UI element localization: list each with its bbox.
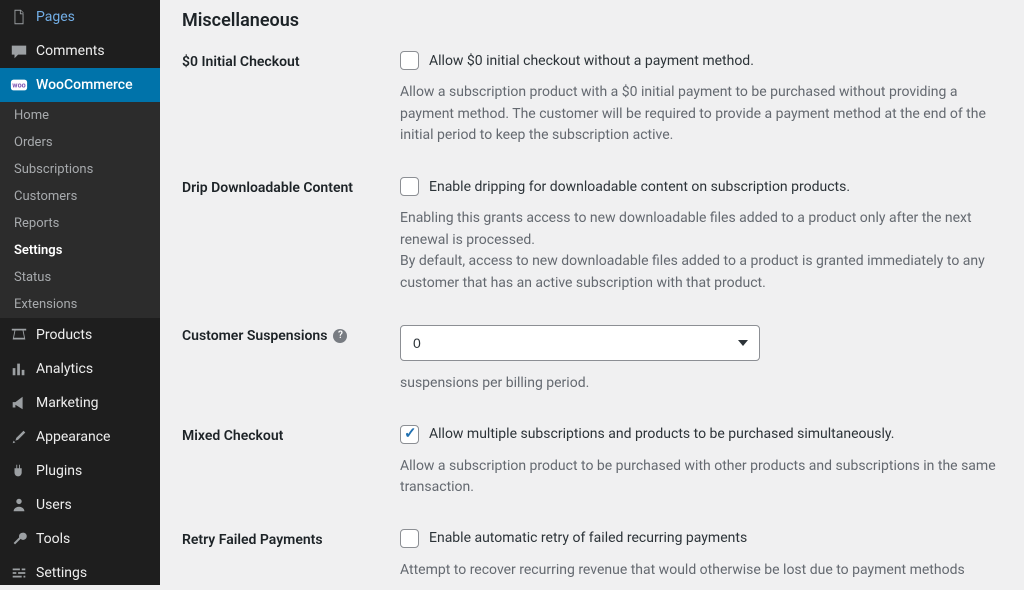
- plug-icon: [10, 462, 28, 480]
- submenu-reports[interactable]: Reports: [0, 210, 160, 237]
- sidebar-item-tools[interactable]: Tools: [0, 522, 160, 556]
- sidebar-item-products[interactable]: Products: [0, 318, 160, 352]
- woocommerce-icon: woo: [10, 76, 28, 94]
- sidebar-item-pages[interactable]: Pages: [0, 0, 160, 34]
- sidebar-item-woocommerce[interactable]: woo WooCommerce: [0, 68, 160, 102]
- sidebar-label: Users: [36, 497, 72, 513]
- sidebar-item-analytics[interactable]: Analytics: [0, 352, 160, 386]
- label-zero-checkout: $0 Initial Checkout: [182, 51, 400, 70]
- sidebar-item-appearance[interactable]: Appearance: [0, 420, 160, 454]
- svg-text:woo: woo: [12, 81, 25, 90]
- submenu-subscriptions[interactable]: Subscriptions: [0, 156, 160, 183]
- sidebar-label: Comments: [36, 43, 105, 59]
- description: Allow a subscription product to be purch…: [400, 456, 1002, 499]
- label-suspensions: Customer Suspensions: [182, 328, 327, 344]
- sidebar-label: Products: [36, 327, 92, 343]
- submenu-customers[interactable]: Customers: [0, 183, 160, 210]
- sidebar-item-users[interactable]: Users: [0, 488, 160, 522]
- brush-icon: [10, 428, 28, 446]
- sidebar-label: Plugins: [36, 463, 82, 479]
- submenu-settings[interactable]: Settings: [0, 237, 160, 264]
- row-zero-initial-checkout: $0 Initial Checkout Allow $0 initial che…: [182, 51, 1002, 147]
- row-mixed-checkout: Mixed Checkout Allow multiple subscripti…: [182, 425, 1002, 499]
- user-icon: [10, 496, 28, 514]
- admin-sidebar: Pages Comments woo WooCommerce Home Orde…: [0, 0, 160, 585]
- wrench-icon: [10, 530, 28, 548]
- sidebar-label: Analytics: [36, 361, 93, 377]
- page-icon: [10, 8, 28, 26]
- analytics-icon: [10, 360, 28, 378]
- row-customer-suspensions: Customer Suspensions ? 0 suspensions per…: [182, 325, 1002, 395]
- sidebar-label: Tools: [36, 531, 70, 547]
- submenu-extensions[interactable]: Extensions: [0, 291, 160, 318]
- submenu-orders[interactable]: Orders: [0, 129, 160, 156]
- row-drip-content: Drip Downloadable Content Enable drippin…: [182, 177, 1002, 295]
- checkbox-label: Enable automatic retry of failed recurri…: [429, 530, 747, 546]
- section-title: Miscellaneous: [182, 10, 1002, 31]
- products-icon: [10, 326, 28, 344]
- main-content: Miscellaneous $0 Initial Checkout Allow …: [160, 0, 1024, 585]
- checkbox-drip[interactable]: [400, 177, 419, 196]
- submenu-home[interactable]: Home: [0, 102, 160, 129]
- checkbox-label: Allow multiple subscriptions and product…: [429, 426, 894, 442]
- checkbox-retry[interactable]: [400, 529, 419, 548]
- checkbox-label: Allow $0 initial checkout without a paym…: [429, 53, 754, 69]
- help-icon[interactable]: ?: [333, 329, 347, 343]
- sliders-icon: [10, 564, 28, 582]
- sidebar-label: Settings: [36, 565, 87, 581]
- sidebar-label: WooCommerce: [36, 77, 133, 93]
- description: suspensions per billing period.: [400, 373, 1002, 395]
- sidebar-item-comments[interactable]: Comments: [0, 34, 160, 68]
- row-retry-payments: Retry Failed Payments Enable automatic r…: [182, 529, 1002, 585]
- sidebar-label: Marketing: [36, 395, 99, 411]
- submenu-status[interactable]: Status: [0, 264, 160, 291]
- sidebar-item-plugins[interactable]: Plugins: [0, 454, 160, 488]
- description: Enabling this grants access to new downl…: [400, 208, 1002, 295]
- description: Attempt to recover recurring revenue tha…: [400, 560, 1002, 585]
- checkbox-label: Enable dripping for downloadable content…: [429, 179, 850, 195]
- checkbox-mixed[interactable]: [400, 425, 419, 444]
- label-retry: Retry Failed Payments: [182, 529, 400, 548]
- checkbox-zero-checkout[interactable]: [400, 51, 419, 70]
- woocommerce-submenu: Home Orders Subscriptions Customers Repo…: [0, 102, 160, 318]
- select-suspensions[interactable]: 0: [400, 325, 760, 361]
- label-mixed: Mixed Checkout: [182, 425, 400, 444]
- sidebar-item-marketing[interactable]: Marketing: [0, 386, 160, 420]
- comment-icon: [10, 42, 28, 60]
- sidebar-label: Appearance: [36, 429, 110, 445]
- label-drip: Drip Downloadable Content: [182, 177, 400, 196]
- description: Allow a subscription product with a $0 i…: [400, 82, 1002, 147]
- sidebar-label: Pages: [36, 9, 75, 25]
- megaphone-icon: [10, 394, 28, 412]
